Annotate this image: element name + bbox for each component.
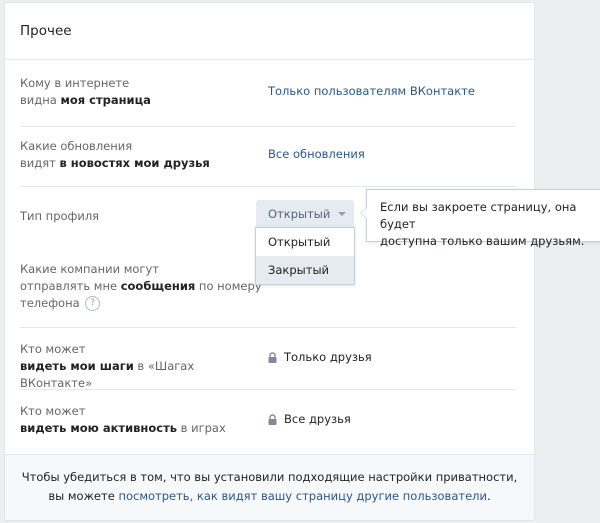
footer-text: вы можете	[48, 489, 119, 503]
row-label: Кто может видеть мою активность в играх	[20, 403, 258, 437]
row-value-text: Все друзья	[284, 412, 351, 426]
lock-icon	[268, 352, 277, 363]
dropdown-option-open[interactable]: Открытый	[256, 228, 354, 256]
row-value-locked: Все друзья	[268, 411, 351, 428]
tooltip-line2: доступна только вашим друзьям.	[380, 234, 585, 248]
row-value-link[interactable]: Все обновления	[268, 146, 365, 163]
dropdown-option-closed[interactable]: Закрытый	[256, 256, 354, 284]
lock-icon	[268, 414, 277, 425]
row-value-locked: Только друзья	[268, 349, 372, 366]
row-label-bold: сообщения	[120, 279, 196, 293]
row-label-bold: видеть мои шаги	[20, 359, 134, 373]
dropdown-selected-value: Открытый	[268, 206, 331, 221]
row-label-line2-end: по номеру	[195, 279, 262, 293]
row-label: Кто может видеть мои шаги в «Шагах ВКонт…	[20, 341, 258, 392]
footer-period: .	[486, 489, 491, 503]
row-label-bold: моя страница	[60, 93, 151, 107]
row-label: Какие обновления видят в новостях мои др…	[20, 138, 258, 172]
row-label: Тип профиля	[20, 209, 100, 223]
row-label-line2-end: в играх	[177, 421, 226, 435]
section-title: Прочее	[5, 3, 534, 60]
row-label-line2: отправлять мне	[20, 279, 121, 293]
row-label-line1: Какие компании могут	[20, 262, 159, 276]
row-label-line1: Какие обновления	[20, 139, 133, 153]
row-label-line2: видна	[20, 93, 61, 107]
privacy-row-steps: Кто может видеть мои шаги в «Шагах ВКонт…	[20, 327, 516, 390]
privacy-row-news-updates: Какие обновления видят в новостях мои др…	[20, 126, 516, 187]
row-label-line1: Кому в интернете	[20, 76, 130, 90]
profile-type-tooltip: Если вы закроете страницу, она будет дос…	[360, 189, 600, 248]
footer-line1: Чтобы убедиться в том, что вы установили…	[21, 470, 518, 484]
tooltip-line1: Если вы закроете страницу, она будет	[380, 200, 577, 231]
chevron-down-icon	[338, 211, 347, 216]
privacy-row-games: Кто может видеть мою активность в играх …	[20, 389, 516, 455]
help-icon[interactable]: ?	[85, 296, 101, 311]
profile-type-menu: Открытый Закрытый	[255, 227, 355, 285]
profile-type-dropdown[interactable]: Открытый	[256, 200, 354, 227]
row-label-line1: Кто может	[20, 404, 86, 418]
row-label: Кому в интернете видна моя страница	[20, 75, 258, 109]
row-value-link[interactable]: Только пользователям ВКонтакте	[268, 83, 475, 100]
row-label: Какие компании могут отправлять мне сооб…	[20, 261, 270, 312]
row-label-line1: Кто может	[20, 342, 86, 356]
row-label-bold: в новостях мои друзья	[59, 156, 210, 170]
footer-line2: вы можете посмотреть, как видят вашу стр…	[5, 487, 534, 506]
privacy-footer: Чтобы убедиться в том, что вы установили…	[5, 454, 534, 520]
row-label-line2: видят	[20, 156, 60, 170]
row-value-text: Только друзья	[284, 350, 372, 364]
row-label-line3: телефона	[20, 296, 80, 310]
view-page-as-others-link[interactable]: посмотреть, как видят вашу страницу друг…	[118, 489, 487, 503]
row-label-bold: видеть мою активность	[20, 421, 178, 435]
privacy-row-my-page: Кому в интернете видна моя страница Толь…	[20, 59, 516, 127]
